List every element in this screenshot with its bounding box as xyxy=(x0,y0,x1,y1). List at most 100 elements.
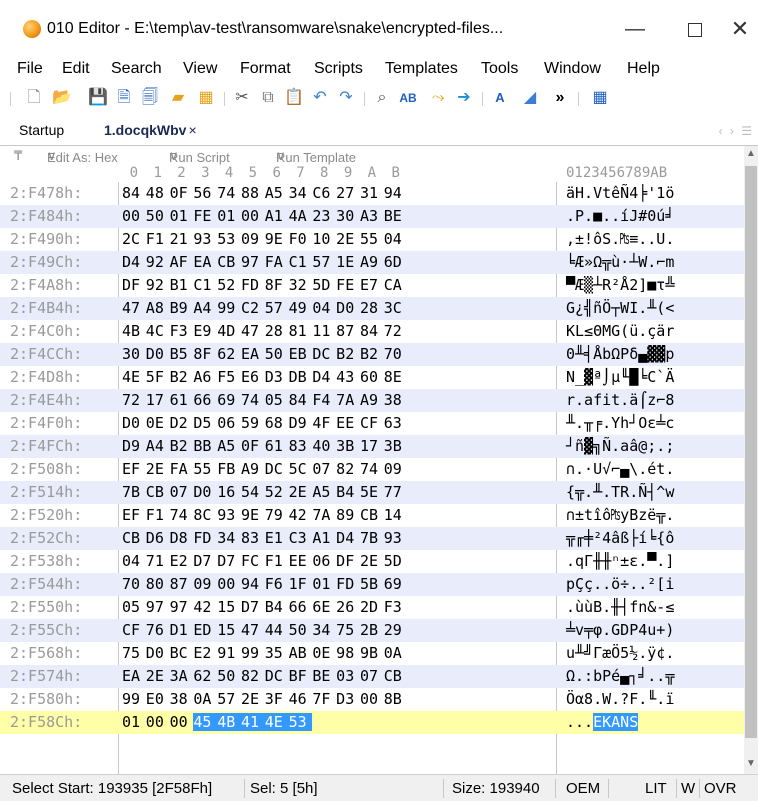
scroll-down-icon[interactable]: ▼ xyxy=(744,758,758,772)
tab-scroll-arrows[interactable]: ‹ › ☰ xyxy=(719,124,754,138)
hex-byte[interactable]: B2 xyxy=(360,345,384,363)
hex-byte[interactable]: 55 xyxy=(360,230,384,248)
hex-byte[interactable]: 50 xyxy=(265,345,289,363)
hex-byte[interactable]: 93 xyxy=(217,506,241,524)
hex-byte[interactable]: 50 xyxy=(217,667,241,685)
hex-byte[interactable]: C3 xyxy=(289,529,313,547)
hex-byte[interactable]: 34 xyxy=(289,184,313,202)
hex-byte[interactable]: D0 xyxy=(336,299,360,317)
menu-scripts[interactable]: Scripts xyxy=(314,60,363,78)
hex-byte[interactable]: 9E xyxy=(265,230,289,248)
hex-byte[interactable]: 97 xyxy=(241,253,265,271)
status-encoding[interactable]: OEM xyxy=(566,780,600,797)
workspace-icon[interactable]: ▦ xyxy=(196,88,216,108)
hex-byte[interactable]: 35 xyxy=(265,644,289,662)
hex-byte[interactable]: 57 xyxy=(217,690,241,708)
hex-byte[interactable]: 61 xyxy=(170,391,194,409)
row-ascii[interactable]: KL≤ΘMG(ü.çär xyxy=(566,322,674,340)
row-ascii[interactable]: u╨╝ΓæÖ5½.ÿ¢. xyxy=(566,644,674,662)
hex-row[interactable]: 2:F4CCh: 30 D0 B5 8F 62 EA 50 EB DC B2 B2 70 0╨╡ÅbΩPδ… xyxy=(0,343,744,366)
hex-byte[interactable]: 74 xyxy=(241,391,265,409)
menu-templates[interactable]: Templates xyxy=(385,60,458,78)
row-ascii[interactable]: pÇç..ö÷..²[i xyxy=(566,575,674,593)
row-ascii[interactable]: .qΓ╫╫ⁿ±ε.▀.] xyxy=(566,552,674,570)
hex-byte[interactable]: CB xyxy=(360,506,384,524)
hex-byte[interactable]: 7B xyxy=(122,483,146,501)
hex-row[interactable]: 2:F484h: 00 50 01 FE 01 00 A1 4A 23 30 A3 BE .P.■..íJ… xyxy=(0,205,744,228)
hex-byte[interactable]: F3 xyxy=(384,598,408,616)
hex-byte[interactable]: FD xyxy=(193,529,217,547)
menu-help[interactable]: Help xyxy=(627,60,660,78)
hex-byte[interactable]: 0F xyxy=(241,437,265,455)
hex-byte[interactable]: 60 xyxy=(360,368,384,386)
hex-byte[interactable]: 9E xyxy=(241,506,265,524)
hex-byte[interactable]: 09 xyxy=(241,230,265,248)
hex-byte[interactable]: CB xyxy=(384,667,408,685)
row-ascii[interactable]: 0╨╡ÅbΩPδ▄▓▓p xyxy=(566,345,674,363)
hex-byte[interactable]: 07 xyxy=(312,460,336,478)
hex-byte[interactable]: 9B xyxy=(360,644,384,662)
hex-byte[interactable]: 00 xyxy=(360,690,384,708)
hex-byte[interactable]: D3 xyxy=(336,690,360,708)
hex-row[interactable]: 2:F574h: EA 2E 3A 62 50 82 DC BF BE 03 07 CB Ω.:bPé▄┐… xyxy=(0,665,744,688)
row-ascii[interactable]: {╦.╨.TR.Ñ┤^w xyxy=(566,483,674,501)
hex-byte[interactable]: B2 xyxy=(170,368,194,386)
hex-byte[interactable]: 10 xyxy=(312,230,336,248)
hex-byte[interactable]: E6 xyxy=(241,368,265,386)
hex-byte[interactable]: EE xyxy=(336,414,360,432)
hex-byte[interactable]: 5E xyxy=(360,483,384,501)
hex-byte[interactable]: 11 xyxy=(312,322,336,340)
hex-byte[interactable]: D0 xyxy=(122,414,146,432)
hex-byte[interactable]: 01 xyxy=(170,207,194,225)
hex-byte[interactable]: 05 xyxy=(122,598,146,616)
hex-byte[interactable]: 01 xyxy=(217,207,241,225)
hex-byte[interactable]: DC xyxy=(312,345,336,363)
hex-byte[interactable]: F1 xyxy=(146,230,170,248)
hex-byte[interactable]: F6 xyxy=(265,575,289,593)
hex-byte[interactable]: 2E xyxy=(336,230,360,248)
find-in-files-icon[interactable]: ⤳ xyxy=(428,88,448,108)
hex-byte[interactable]: DF xyxy=(122,276,146,294)
hex-byte[interactable]: 52 xyxy=(217,276,241,294)
hex-byte[interactable]: 76 xyxy=(146,621,170,639)
hex-byte[interactable]: 01 xyxy=(312,575,336,593)
hex-byte[interactable]: 49 xyxy=(289,299,313,317)
edit-as-dropdown[interactable]: Edit As: Hex ∨ xyxy=(47,148,118,165)
hex-byte[interactable]: BC xyxy=(170,644,194,662)
hex-byte[interactable]: BE xyxy=(384,207,408,225)
hex-row[interactable]: 2:F538h: 04 71 E2 D7 D7 FC F1 EE 06 DF 2E 5D .qΓ╫╫ⁿ±ε… xyxy=(0,550,744,573)
copy-icon[interactable]: ⧉ xyxy=(258,88,278,108)
hex-byte[interactable]: 00 xyxy=(217,575,241,593)
hex-byte[interactable]: 50 xyxy=(289,621,313,639)
font-icon[interactable]: A xyxy=(490,88,510,108)
hex-byte[interactable]: FA xyxy=(265,253,289,271)
hex-byte[interactable]: 00 xyxy=(241,207,265,225)
hex-byte[interactable]: 4C xyxy=(146,322,170,340)
hex-byte[interactable]: 63 xyxy=(384,414,408,432)
menu-edit[interactable]: Edit xyxy=(62,60,90,78)
selected-hex-byte[interactable]: 45 xyxy=(193,713,218,731)
hex-byte[interactable]: A5 xyxy=(217,437,241,455)
hex-byte[interactable]: 6D xyxy=(384,253,408,271)
hex-byte[interactable]: B5 xyxy=(170,345,194,363)
hex-byte[interactable]: A9 xyxy=(360,391,384,409)
hex-byte[interactable]: 07 xyxy=(360,667,384,685)
hex-byte[interactable]: 4D xyxy=(217,322,241,340)
row-hex-bytes[interactable]: 47 A8 B9 A4 99 C2 57 49 04 D0 28 3C xyxy=(122,299,408,317)
hex-byte[interactable]: A6 xyxy=(193,368,217,386)
row-hex-bytes[interactable]: 72 17 61 66 69 74 05 84 F4 7A A9 38 xyxy=(122,391,408,409)
hex-byte[interactable]: 38 xyxy=(384,391,408,409)
hex-byte[interactable]: 5B xyxy=(360,575,384,593)
hex-byte[interactable]: E2 xyxy=(170,552,194,570)
maximize-button[interactable] xyxy=(680,15,710,43)
replace-icon[interactable]: AB xyxy=(398,88,418,108)
selected-hex-byte[interactable]: 41 xyxy=(240,713,265,731)
hex-byte[interactable]: BF xyxy=(289,667,313,685)
hex-byte[interactable]: F3 xyxy=(170,322,194,340)
close-button[interactable]: ✕ xyxy=(725,15,755,43)
row-ascii[interactable]: ╨.╥╒.Yh┘Oε╧c xyxy=(566,414,674,432)
hex-byte[interactable]: BE xyxy=(312,667,336,685)
hex-byte[interactable]: 05 xyxy=(265,391,289,409)
hex-byte[interactable]: E1 xyxy=(265,529,289,547)
hex-byte[interactable]: 62 xyxy=(217,345,241,363)
